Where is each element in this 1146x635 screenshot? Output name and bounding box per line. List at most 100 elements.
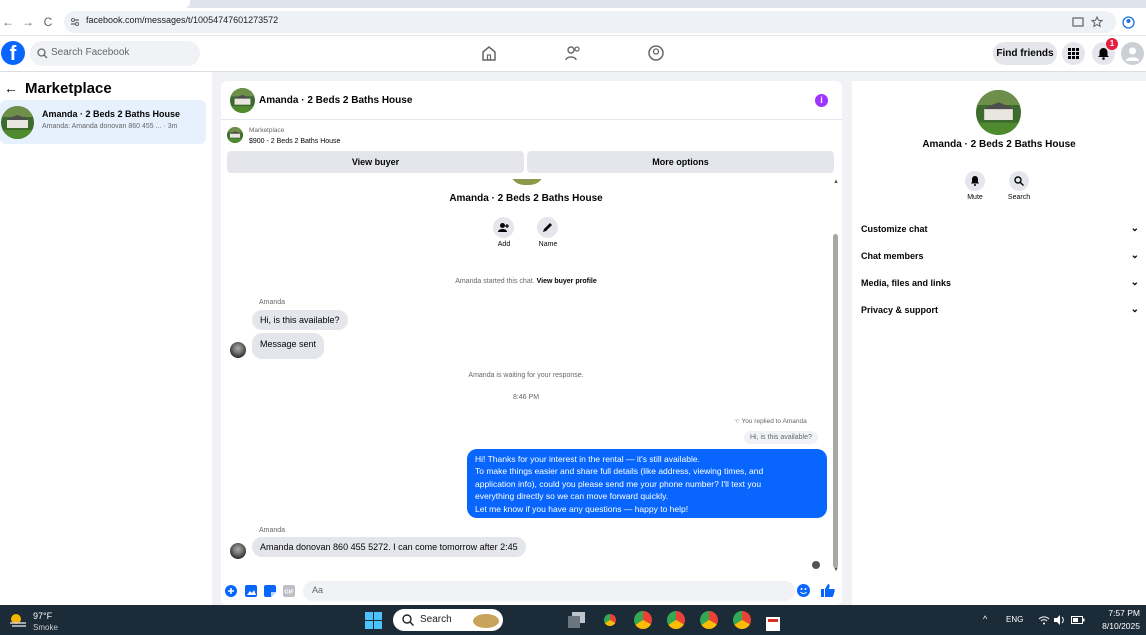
person-icon	[1126, 47, 1139, 61]
conversation-preview: Amanda: Amanda donovan 860 455 ... · 3m	[42, 123, 178, 130]
language-indicator[interactable]: ENG	[1006, 615, 1023, 624]
chrome-icon[interactable]	[667, 611, 685, 629]
view-buyer-profile-link[interactable]: View buyer profile	[537, 278, 597, 285]
sticker-icon[interactable]	[264, 585, 276, 597]
facebook-logo[interactable]: f	[1, 41, 25, 65]
plus-circle-icon[interactable]	[225, 585, 237, 597]
chevron-up-icon[interactable]: ^	[983, 614, 987, 624]
details-panel: Amanda · 2 Beds 2 Baths House Mute Searc…	[852, 81, 1146, 605]
home-icon[interactable]	[480, 44, 498, 62]
privacy-support-section[interactable]: Privacy & support ⌄	[861, 304, 1139, 315]
account-avatar[interactable]	[1121, 42, 1144, 65]
chevron-down-icon: ⌄	[1130, 277, 1139, 288]
task-view-icon[interactable]	[568, 612, 585, 628]
listing-info[interactable]: Marketplace $900 - 2 Beds 2 Baths House	[221, 121, 842, 151]
message-line: Let me know if you have any questions — …	[475, 503, 689, 514]
scroll-up-icon[interactable]: ▲	[833, 179, 839, 185]
details-avatar[interactable]	[976, 90, 1021, 135]
profile-icon[interactable]	[1122, 16, 1135, 29]
url-field[interactable]: facebook.com/messages/t/1005474760127357…	[64, 11, 1116, 33]
photo-icon[interactable]	[245, 585, 257, 597]
message-composer: GIF Aa	[221, 579, 842, 605]
sender-avatar[interactable]	[230, 543, 246, 559]
message-line: application info), could you please send…	[475, 478, 762, 489]
clock-time[interactable]: 7:57 PM	[1098, 608, 1140, 618]
menu-button[interactable]	[1062, 42, 1085, 65]
chat-header: Amanda · 2 Beds 2 Baths House i	[221, 81, 842, 120]
weather-icon[interactable]	[8, 612, 28, 628]
chrome-icon[interactable]	[634, 611, 652, 629]
media-files-section[interactable]: Media, files and links ⌄	[861, 277, 1139, 288]
chevron-down-icon: ⌄	[1130, 223, 1139, 234]
taskbar-search-label: Search	[420, 614, 452, 625]
message-list: Amanda · 2 Beds 2 Baths House Add Name A…	[221, 179, 842, 577]
thumbs-up-icon[interactable]	[821, 583, 835, 597]
gif-icon[interactable]: GIF	[283, 585, 295, 597]
apps-grid-icon	[1068, 48, 1079, 59]
windows-taskbar: 97°F Smoke Search ^ ENG 7:57 PM 8/10/202…	[0, 605, 1146, 635]
chat-started-notice: Amanda started this chat. View buyer pro…	[221, 278, 831, 285]
listing-thumbnail	[1, 106, 34, 139]
chevron-down-icon: ⌄	[1130, 250, 1139, 261]
groups-icon[interactable]	[647, 44, 665, 62]
wifi-icon[interactable]	[1038, 615, 1050, 625]
chat-started-text: Amanda started this chat.	[455, 278, 535, 285]
reload-icon[interactable]: C	[40, 14, 56, 30]
chrome-icon[interactable]	[601, 611, 619, 629]
find-friends-button[interactable]: Find friends	[993, 42, 1057, 65]
pencil-icon	[543, 223, 552, 232]
search-icon	[402, 614, 414, 626]
emoji-icon[interactable]	[797, 584, 810, 597]
marketplace-sidebar: ← Marketplace Amanda · 2 Beds 2 Baths Ho…	[0, 72, 212, 605]
quoted-message[interactable]: Hi, is this available?	[744, 431, 818, 444]
back-arrow-icon[interactable]: ←	[4, 80, 18, 96]
sidebar-title: Marketplace	[25, 80, 112, 97]
browser-tab[interactable]	[0, 0, 190, 8]
app-icon[interactable]	[766, 617, 780, 631]
incoming-message[interactable]: Message sent	[252, 333, 325, 359]
message-input[interactable]: Aa	[303, 581, 795, 601]
search-conversation-button[interactable]	[1009, 171, 1029, 191]
forward-arrow-icon[interactable]: →	[20, 14, 36, 30]
taskbar-search[interactable]: Search	[393, 609, 503, 631]
friends-icon[interactable]	[564, 44, 582, 62]
url-text: facebook.com/messages/t/1005474760127357…	[86, 15, 279, 25]
incoming-message[interactable]: Hi, is this available?	[252, 310, 348, 330]
customize-chat-section[interactable]: Customize chat ⌄	[861, 223, 1139, 234]
chrome-icon[interactable]	[733, 611, 751, 629]
section-label: Privacy & support	[861, 305, 939, 315]
message-line: Hi! Thanks for your interest in the rent…	[475, 454, 700, 464]
temperature[interactable]: 97°F	[33, 611, 52, 621]
replied-notice: ☜ You replied to Amanda	[734, 417, 807, 425]
chat-avatar[interactable]	[230, 88, 255, 113]
search-input[interactable]: Search Facebook	[30, 41, 200, 66]
incoming-message[interactable]: Amanda donovan 860 455 5272. I can come …	[252, 537, 526, 557]
mute-button[interactable]	[965, 171, 985, 191]
conversation-name: Amanda · 2 Beds 2 Baths House	[42, 109, 181, 119]
search-icon	[37, 48, 48, 59]
browser-tabstrip	[0, 0, 1146, 8]
windows-start-icon[interactable]	[365, 612, 382, 629]
conversation-item[interactable]: Amanda · 2 Beds 2 Baths House Amanda: Am…	[0, 100, 206, 144]
chrome-icon[interactable]	[700, 611, 718, 629]
sender-avatar[interactable]	[230, 342, 246, 358]
bookmark-star-icon[interactable]	[1091, 16, 1103, 28]
scrollbar-thumb[interactable]	[833, 234, 838, 568]
add-button[interactable]	[493, 217, 514, 238]
more-options-button[interactable]: More options	[527, 151, 834, 173]
chat-members-section[interactable]: Chat members ⌄	[861, 250, 1139, 261]
weather-text[interactable]: Smoke	[33, 623, 58, 632]
name-button[interactable]	[537, 217, 558, 238]
volume-icon[interactable]	[1054, 615, 1066, 625]
outgoing-message[interactable]: Hi! Thanks for your interest in the rent…	[467, 449, 827, 518]
chat-title[interactable]: Amanda · 2 Beds 2 Baths House	[259, 95, 412, 106]
section-label: Media, files and links	[861, 278, 952, 288]
info-icon[interactable]: i	[815, 94, 828, 107]
view-buyer-button[interactable]: View buyer	[227, 151, 524, 173]
cast-icon[interactable]	[1072, 16, 1084, 28]
clock-date[interactable]: 8/10/2025	[1094, 621, 1140, 631]
battery-icon[interactable]	[1071, 615, 1085, 625]
back-arrow-icon[interactable]: ←	[0, 14, 16, 30]
search-label: Search	[1007, 194, 1031, 201]
site-settings-icon[interactable]	[70, 17, 80, 27]
